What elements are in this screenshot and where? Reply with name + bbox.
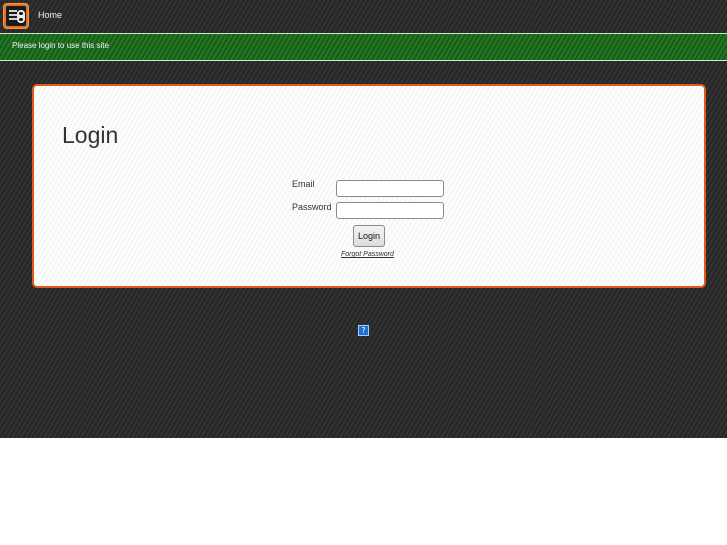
help-icon[interactable]: ? xyxy=(358,325,369,336)
email-label: Email xyxy=(292,179,315,189)
logo-inner xyxy=(6,6,26,26)
logo-digit xyxy=(17,10,25,23)
login-title: Login xyxy=(62,122,119,148)
email-field[interactable] xyxy=(336,180,444,197)
logo-lines xyxy=(9,10,17,22)
password-label: Password xyxy=(292,202,332,212)
forgot-password-link[interactable]: Forgot Password xyxy=(341,251,394,258)
top-bar: Home xyxy=(0,0,727,33)
login-button[interactable]: Login xyxy=(353,225,385,247)
login-card: Login Email Password Login Forgot Passwo… xyxy=(32,84,706,288)
password-field[interactable] xyxy=(336,202,444,219)
notice-bar: Please login to use this site xyxy=(0,33,727,61)
site-logo-icon[interactable] xyxy=(3,3,29,29)
notice-text: Please login to use this site xyxy=(12,41,109,50)
nav-home-link[interactable]: Home xyxy=(38,10,62,20)
